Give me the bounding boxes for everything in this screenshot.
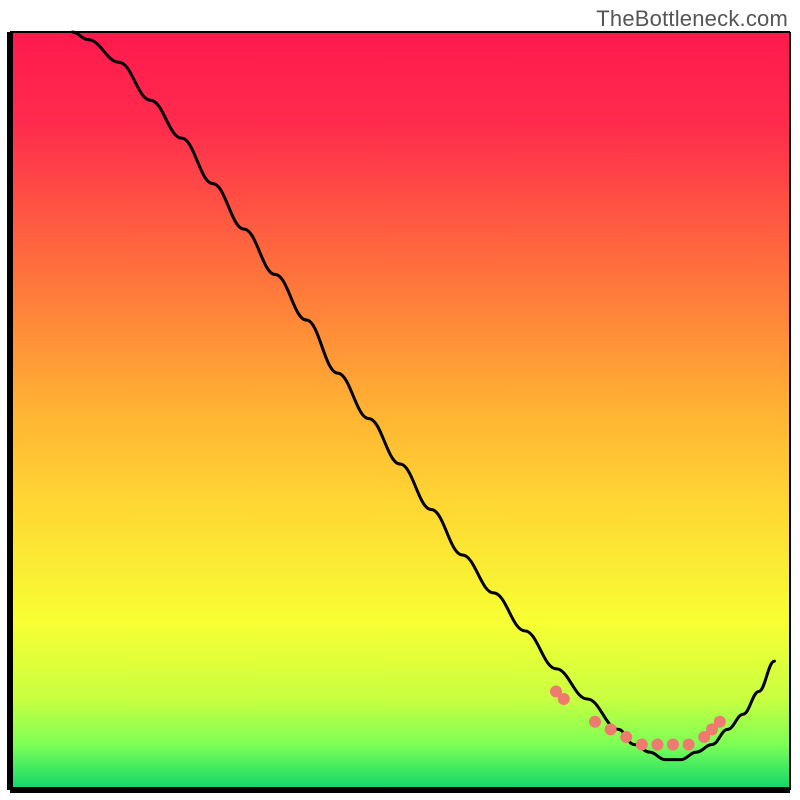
marker-dot bbox=[636, 739, 648, 751]
marker-dot bbox=[714, 716, 726, 728]
marker-dot bbox=[558, 693, 570, 705]
marker-dot bbox=[620, 731, 632, 743]
marker-dot bbox=[667, 739, 679, 751]
marker-dot bbox=[605, 723, 617, 735]
bottleneck-chart bbox=[0, 0, 800, 800]
chart-frame: TheBottleneck.com bbox=[0, 0, 800, 800]
marker-dot bbox=[589, 716, 601, 728]
plot-background bbox=[10, 32, 790, 790]
marker-dot bbox=[683, 739, 695, 751]
watermark-text: TheBottleneck.com bbox=[596, 6, 788, 32]
marker-dot bbox=[651, 739, 663, 751]
